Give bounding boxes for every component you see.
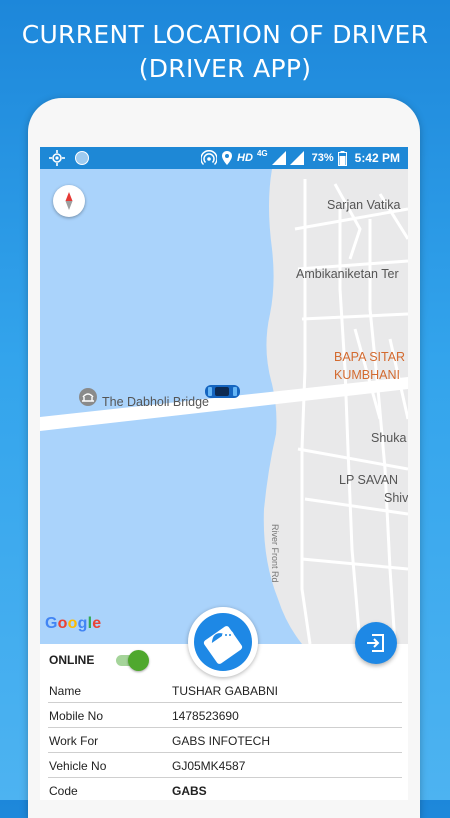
online-label: ONLINE <box>49 653 95 667</box>
map-label-sarjan: Sarjan Vatika <box>327 198 401 212</box>
battery-percent: 73% <box>311 152 334 164</box>
signal-icon <box>271 151 286 165</box>
app-circle-icon <box>75 151 89 165</box>
google-letter: G <box>45 615 58 632</box>
map-label-kumbhani: KUMBHANI <box>334 368 400 382</box>
network-type: 4G <box>256 148 268 158</box>
driver-car-icon <box>205 385 240 398</box>
android-app-logo-icon <box>194 613 252 671</box>
status-time: 5:42 PM <box>354 151 400 165</box>
google-logo: Google <box>45 615 101 633</box>
google-letter: e <box>92 615 102 632</box>
toggle-thumb <box>128 650 149 671</box>
status-left <box>48 149 92 167</box>
promo-headline: CURRENT LOCATION OF DRIVER (DRIVER APP) <box>0 18 450 86</box>
info-value: TUSHAR GABABNI <box>172 684 279 698</box>
info-row: Mobile No 1478523690 <box>48 703 402 728</box>
location-target-icon <box>49 150 65 166</box>
info-label: Name <box>49 684 82 698</box>
info-label: Code <box>49 784 78 798</box>
logout-button[interactable] <box>355 622 397 664</box>
map-canvas <box>40 169 408 644</box>
info-row: Code GABS <box>48 778 402 800</box>
info-value: GJ05MK4587 <box>172 759 246 773</box>
promo-title: CURRENT LOCATION OF DRIVER <box>21 20 429 49</box>
map-label-bapa: BAPA SITAR <box>334 350 406 364</box>
app-logo <box>188 607 258 677</box>
exit-icon <box>367 634 384 652</box>
driver-details: Name TUSHAR GABABNI Mobile No 1478523690 Wor… <box>48 678 402 800</box>
google-letter: o <box>57 615 68 632</box>
info-label: Mobile No <box>49 709 104 723</box>
battery-icon <box>337 150 347 166</box>
compass-icon <box>65 192 73 210</box>
info-row: Work For GABS INFOTECH <box>48 728 402 753</box>
map-label-shuka: Shuka <box>371 431 407 445</box>
hd-indicator: HD <box>237 152 253 164</box>
signal-icon <box>289 151 304 165</box>
google-letter: o <box>67 615 78 632</box>
bridge-poi-icon <box>79 388 97 406</box>
info-value: GABS <box>172 784 207 798</box>
map-label-bridge: The Dabholi Bridge <box>102 395 210 409</box>
hotspot-icon <box>201 150 218 166</box>
map-label-ambika: Ambikaniketan Ter <box>296 267 399 281</box>
status-bar: HD 4G 73% 5:42 PM <box>40 147 408 169</box>
location-pin-icon <box>222 151 233 165</box>
map-label-road: River Front Rd <box>270 524 280 583</box>
city-roads <box>294 179 408 644</box>
compass-button[interactable] <box>53 185 85 217</box>
info-label: Work For <box>49 734 99 748</box>
status-right: HD 4G 73% 5:42 PM <box>201 147 400 169</box>
info-label: Vehicle No <box>49 759 107 773</box>
info-row: Vehicle No GJ05MK4587 <box>48 753 402 778</box>
info-row: Name TUSHAR GABABNI <box>48 678 402 703</box>
map-label-shiv: Shiv <box>384 491 408 505</box>
google-letter: g <box>77 615 88 632</box>
app-screen: HD 4G 73% 5:42 PM Sarjan Vatika Ambikani… <box>40 147 408 800</box>
online-toggle[interactable] <box>114 649 150 671</box>
info-value: GABS INFOTECH <box>172 734 271 748</box>
promo-subtitle: (DRIVER APP) <box>138 54 312 83</box>
map-label-lpsavan: LP SAVAN <box>339 473 399 487</box>
map-view[interactable]: Sarjan Vatika Ambikaniketan Ter BAPA SIT… <box>40 169 408 644</box>
info-value: 1478523690 <box>172 709 239 723</box>
